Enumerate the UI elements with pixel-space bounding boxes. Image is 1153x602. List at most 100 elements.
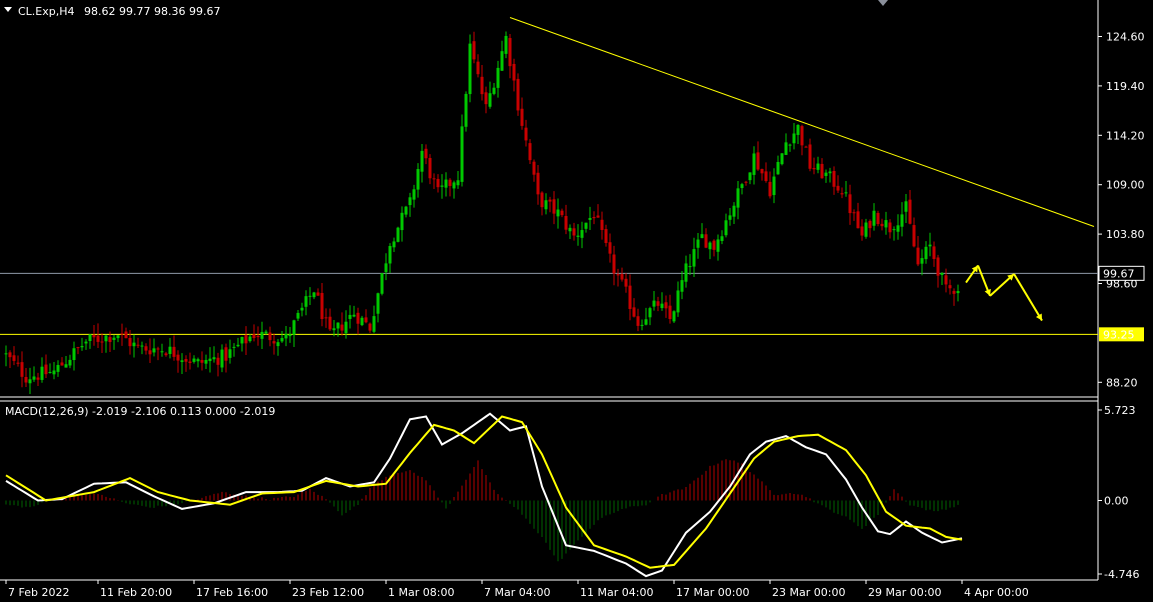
candle-body: [96, 335, 100, 342]
candle-body: [444, 179, 448, 188]
candle-body: [840, 193, 844, 195]
candle-body: [160, 351, 164, 353]
candle-body: [440, 185, 444, 187]
candle-body: [124, 331, 128, 339]
candle-body: [128, 337, 132, 347]
candle-body: [900, 214, 904, 227]
candle-body: [652, 300, 656, 307]
candle-body: [520, 108, 524, 126]
candle-body: [640, 324, 644, 326]
candle-body: [132, 342, 136, 347]
candle-body: [420, 150, 424, 172]
candle-body: [452, 182, 456, 189]
candle-body: [56, 365, 60, 372]
candle-body: [100, 341, 104, 343]
candle-body: [632, 307, 636, 317]
candle-body: [764, 171, 768, 182]
candle-body: [32, 376, 36, 380]
candle-body: [832, 170, 836, 187]
candle-body: [568, 227, 572, 232]
candle-body: [376, 293, 380, 314]
candle-body: [328, 316, 332, 330]
candle-body: [536, 172, 540, 195]
price-tick-label: 124.60: [1106, 31, 1145, 44]
candle-body: [344, 321, 348, 334]
candle-body: [108, 337, 112, 343]
time-tick-label: 17 Feb 16:00: [196, 586, 268, 599]
symbol-label: CL.Exp,H4: [18, 5, 75, 18]
price-tick-label: 114.20: [1106, 129, 1145, 142]
candle-body: [200, 359, 204, 363]
candle-body: [784, 142, 788, 155]
time-tick-label: 23 Feb 12:00: [292, 586, 364, 599]
candle-body: [584, 222, 588, 229]
candle-body: [644, 319, 648, 325]
candle-body: [468, 43, 472, 95]
price-chart[interactable]: 124.60119.40114.20109.00103.8098.6088.20…: [0, 0, 1153, 602]
candle-body: [12, 355, 16, 361]
candle-body: [868, 220, 872, 229]
candle-body: [304, 296, 308, 307]
candle-body: [52, 370, 56, 375]
candle-body: [624, 278, 628, 287]
time-tick-label: 7 Feb 2022: [8, 586, 69, 599]
candle-body: [556, 209, 560, 217]
candle-body: [496, 67, 500, 88]
candle-body: [516, 78, 520, 111]
candle-body: [600, 219, 604, 230]
candle-body: [548, 199, 552, 202]
candle-body: [208, 358, 212, 362]
candle-body: [924, 246, 928, 260]
candle-body: [532, 161, 536, 175]
candle-body: [912, 225, 916, 247]
candle-body: [112, 337, 116, 340]
candle-body: [676, 290, 680, 313]
candle-body: [256, 335, 260, 338]
macd-tick-label: -4.746: [1104, 568, 1139, 581]
candle-body: [616, 274, 620, 276]
candle-body: [280, 338, 284, 342]
candle-body: [16, 362, 20, 364]
candle-body: [60, 362, 64, 366]
macd-tick-label: 0.00: [1104, 495, 1129, 508]
candle-body: [204, 359, 208, 364]
candle-body: [736, 188, 740, 208]
candle-body: [84, 341, 88, 344]
candle-body: [708, 242, 712, 250]
candle-body: [384, 263, 388, 273]
last-price-label: 99.67: [1103, 267, 1135, 280]
candle-body: [44, 364, 48, 375]
candle-body: [232, 346, 236, 348]
candle-body: [144, 346, 148, 351]
candle-body: [500, 51, 504, 71]
candle-body: [672, 311, 676, 322]
price-tick-label: 119.40: [1106, 80, 1145, 93]
candle-body: [264, 331, 268, 334]
candle-body: [196, 359, 200, 362]
candle-body: [920, 258, 924, 264]
candle-body: [40, 366, 44, 380]
candle-body: [560, 210, 564, 216]
candle-body: [308, 295, 312, 297]
candle-body: [612, 254, 616, 274]
ohlc-label: 98.62 99.77 98.36 99.67: [84, 5, 220, 18]
candle-body: [148, 350, 152, 355]
candle-body: [752, 153, 756, 175]
candle-body: [72, 348, 76, 361]
candle-body: [80, 346, 84, 348]
candle-body: [316, 292, 320, 296]
candle-body: [788, 144, 792, 146]
candle-body: [492, 87, 496, 94]
candle-body: [588, 217, 592, 220]
candle-body: [8, 352, 12, 358]
candle-body: [476, 61, 480, 75]
candle-body: [860, 226, 864, 236]
candle-body: [352, 314, 356, 317]
candle-body: [668, 305, 672, 320]
candle-body: [844, 192, 848, 194]
candle-body: [364, 317, 368, 323]
candle-body: [528, 143, 532, 161]
candle-body: [876, 212, 880, 225]
time-tick-label: 23 Mar 00:00: [772, 586, 845, 599]
candle-body: [176, 354, 180, 361]
